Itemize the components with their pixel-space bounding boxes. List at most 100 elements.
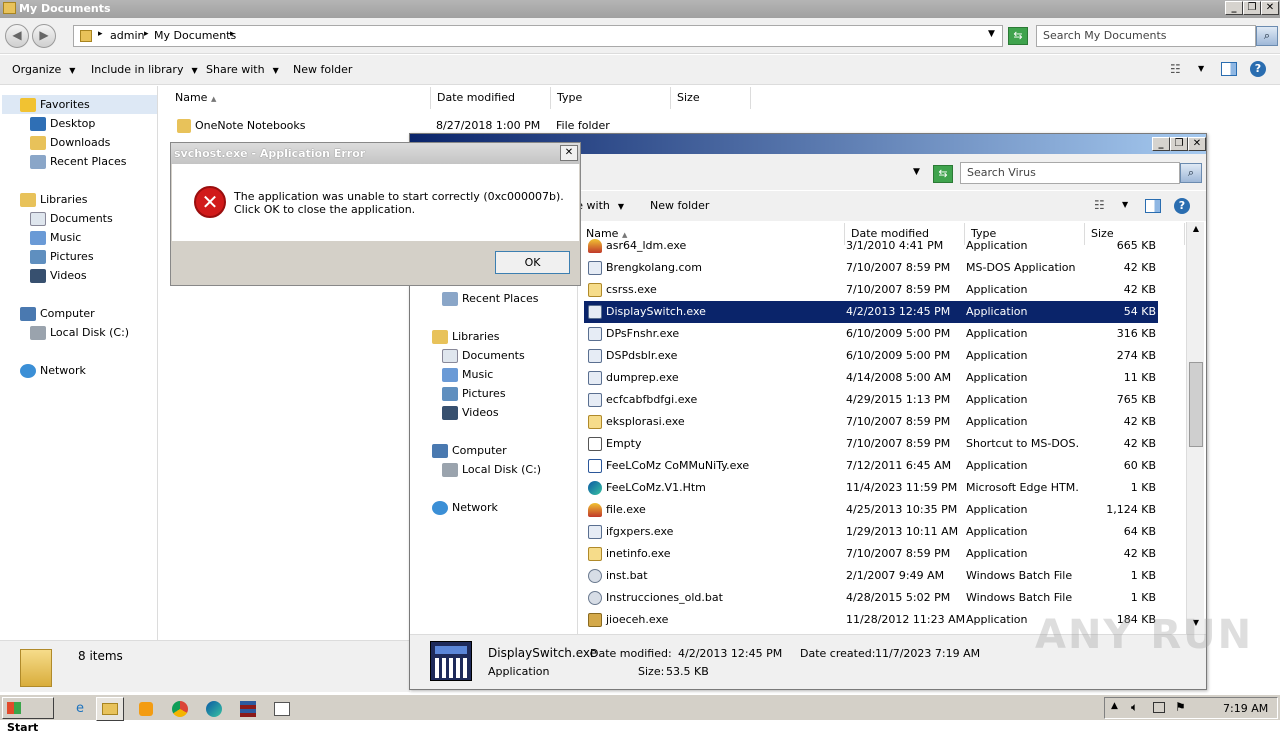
dialog-titlebar[interactable]: svchost.exe - Application Error ✕ [171,143,580,164]
new-folder-button[interactable]: New folder [642,192,717,220]
table-row[interactable]: Empty 7/10/2007 8:59 PM Shortcut to MS-DOS… [584,433,1158,455]
scroll-thumb[interactable] [1189,362,1203,447]
search-input[interactable]: Search My Documents [1036,25,1256,47]
nav-recent-places[interactable]: Recent Places [30,152,127,171]
help-icon[interactable]: ? [1250,61,1266,77]
table-row[interactable]: FeeLCoMz CoMMuNiTy.exe 7/12/2011 6:45 AM A… [584,455,1158,477]
table-row[interactable]: asr64_ldm.exe 3/1/2010 4:41 PM Application… [584,235,1158,257]
table-row[interactable]: inst.bat 2/1/2007 9:49 AM Windows Batch Fi… [584,565,1158,587]
breadcrumb-admin[interactable]: admin [110,29,144,42]
back-button[interactable]: ◀ [5,24,29,48]
internet-explorer-icon[interactable]: e [66,697,94,721]
breadcrumb-my-documents[interactable]: My Documents [154,29,236,42]
folder-icon [177,119,191,133]
file-size: 42 KB [1123,261,1156,274]
flag-icon[interactable]: ⚑ [1175,700,1186,714]
start-button[interactable]: Start [2,697,54,734]
nav-computer[interactable]: Computer [20,304,95,323]
table-row[interactable]: DisplaySwitch.exe 4/2/2013 12:45 PM Applic… [584,301,1158,323]
nav-desktop[interactable]: Desktop [30,114,95,133]
search-icon[interactable]: ⌕ [1256,26,1278,46]
search-icon[interactable]: ⌕ [1180,163,1202,183]
libraries-icon [432,330,448,344]
nav-favorites[interactable]: Favorites [2,95,157,114]
nav-documents[interactable]: Documents [30,209,113,228]
chrome-icon[interactable] [166,697,194,721]
chevron-down-icon[interactable]: ▼ [913,167,920,177]
table-row[interactable]: FeeLCoMz.V1.Htm 11/4/2023 11:59 PM Microso… [584,477,1158,499]
search-input[interactable]: Search Virus [960,162,1180,184]
column-name-header[interactable]: Name ▲ [169,87,431,109]
nav-libraries[interactable]: Libraries [20,190,88,209]
help-icon[interactable]: ? [1174,198,1190,214]
file-date: 7/10/2007 8:59 PM [846,283,951,296]
nav-recent-places[interactable]: Recent Places [442,289,539,308]
maximize-button[interactable]: ❐ [1243,1,1261,15]
column-date-header[interactable]: Date modified [431,87,551,109]
table-row[interactable]: ecfcabfbdfgi.exe 4/29/2015 1:13 PM Applica… [584,389,1158,411]
nav-pictures[interactable]: Pictures [30,247,94,266]
table-row[interactable]: dumprep.exe 4/14/2008 5:00 AM Application 1… [584,367,1158,389]
table-row[interactable]: Brengkolang.com 7/10/2007 8:59 PM MS-DOS A… [584,257,1158,279]
share-with-button[interactable]: Share with ▼ [198,56,279,84]
file-size: 1 KB [1130,481,1156,494]
view-options-icon[interactable]: ☷ [1094,198,1105,212]
column-size-header[interactable]: Size [671,87,751,109]
table-row[interactable]: ifgxpers.exe 1/29/2013 10:11 AM Applicatio… [584,521,1158,543]
minimize-button[interactable]: _ [1225,1,1243,15]
edge-icon[interactable] [200,697,228,721]
preview-pane-icon[interactable] [1221,62,1237,76]
close-button[interactable]: ✕ [1261,1,1279,15]
nav-local-disk[interactable]: Local Disk (C:) [30,323,129,342]
main-titlebar[interactable]: My Documents _ ❐ ✕ [0,0,1280,18]
address-bar[interactable]: ▸ admin ▸ My Documents ▸ ▼ [73,25,1003,47]
nav-music[interactable]: Music [442,365,493,384]
maximize-button[interactable]: ❐ [1170,137,1188,151]
explorer-icon[interactable] [96,697,124,721]
table-row[interactable]: eksplorasi.exe 7/10/2007 8:59 PM Applicati… [584,411,1158,433]
view-options-icon[interactable]: ☷ [1170,62,1181,76]
nav-downloads[interactable]: Downloads [30,133,110,152]
chevron-down-icon[interactable]: ▼ [1198,64,1204,73]
nav-libraries[interactable]: Libraries [432,327,500,346]
chevron-down-icon[interactable]: ▼ [1122,200,1128,209]
table-row[interactable]: inetinfo.exe 7/10/2007 8:59 PM Application… [584,543,1158,565]
media-player-icon[interactable] [132,697,160,721]
new-folder-button[interactable]: New folder [285,56,360,84]
nav-network[interactable]: Network [20,361,86,380]
vertical-scrollbar[interactable]: ▲ ▼ [1186,222,1204,634]
forward-button[interactable]: ▶ [32,24,56,48]
include-in-library-button[interactable]: Include in library ▼ [83,56,198,84]
clock[interactable]: 7:19 AM [1223,702,1268,715]
close-button[interactable]: ✕ [1188,137,1206,151]
close-button[interactable]: ✕ [560,145,578,161]
organize-button[interactable]: Organize ▼ [4,56,75,84]
network-tray-icon[interactable] [1153,702,1165,713]
table-row[interactable]: DSPdsblr.exe 6/10/2009 5:00 PM Application… [584,345,1158,367]
chevron-down-icon[interactable]: ▼ [988,29,995,39]
table-row[interactable]: DPsFnshr.exe 6/10/2009 5:00 PM Application… [584,323,1158,345]
nav-music[interactable]: Music [30,228,81,247]
nav-videos[interactable]: Videos [30,266,87,285]
nav-videos[interactable]: Videos [442,403,499,422]
scroll-up-arrow[interactable]: ▲ [1188,224,1204,238]
nav-documents[interactable]: Documents [442,346,525,365]
volume-icon[interactable]: 🔈︎ [1131,700,1138,715]
chevron-up-icon[interactable]: ▲ [1111,701,1118,711]
refresh-button[interactable]: ⇆ [1008,27,1028,45]
table-row[interactable]: csrss.exe 7/10/2007 8:59 PM Application 42 … [584,279,1158,301]
minimize-button[interactable]: _ [1152,137,1170,151]
nav-local-disk[interactable]: Local Disk (C:) [442,460,541,479]
ok-button[interactable]: OK [495,251,570,274]
window-task-icon[interactable] [268,697,296,721]
app-icon [588,393,602,407]
table-row[interactable]: Instrucciones_old.bat 4/28/2015 5:02 PM Wi… [584,587,1158,609]
table-row[interactable]: file.exe 4/25/2013 10:35 PM Application 1,1… [584,499,1158,521]
nav-network[interactable]: Network [432,498,498,517]
column-type-header[interactable]: Type [551,87,671,109]
nav-computer[interactable]: Computer [432,441,507,460]
winrar-icon[interactable] [234,697,262,721]
refresh-button[interactable]: ⇆ [933,165,953,183]
preview-pane-icon[interactable] [1145,199,1161,213]
nav-pictures[interactable]: Pictures [442,384,506,403]
